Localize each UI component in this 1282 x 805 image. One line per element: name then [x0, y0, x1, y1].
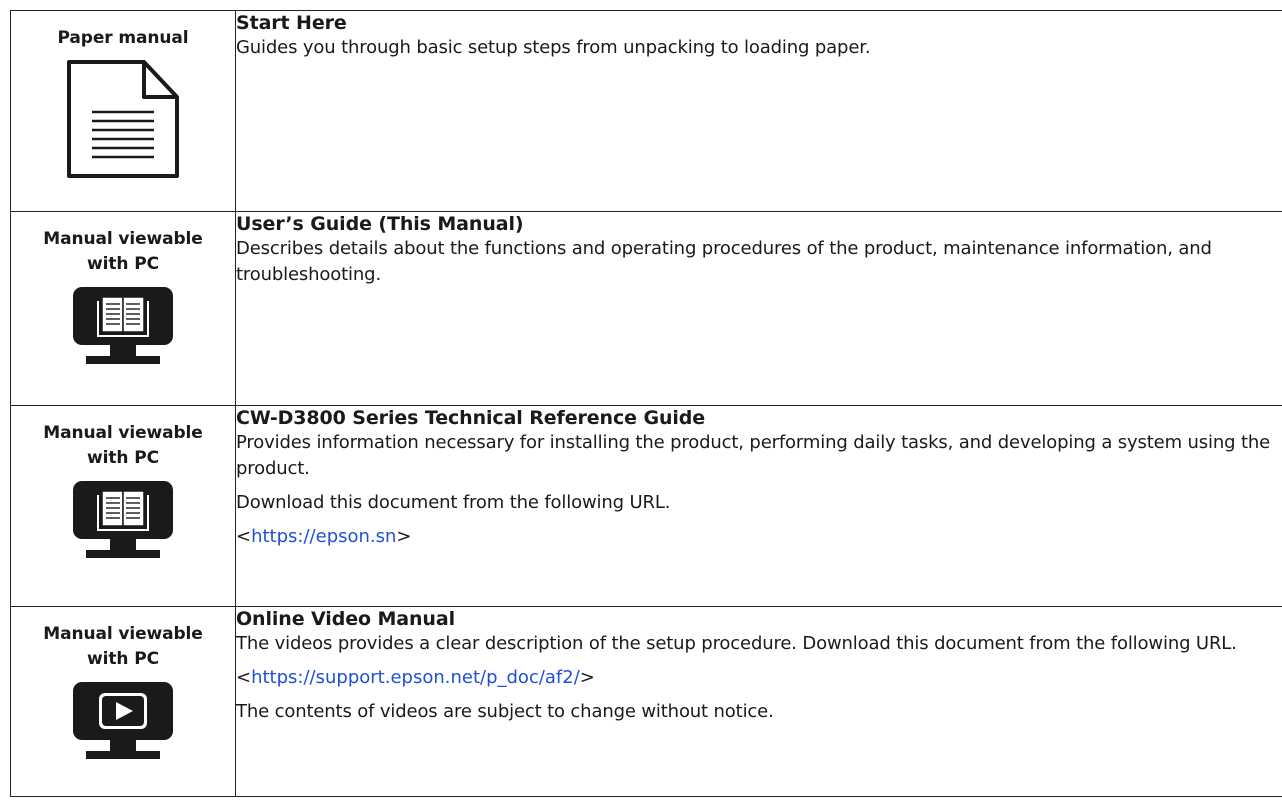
doc-description: Provides information necessary for insta…	[236, 432, 1271, 479]
monitor-book-icon	[73, 287, 173, 364]
media-cell: Manual viewable with PC	[10, 211, 236, 406]
media-cell: Paper manual	[10, 10, 236, 212]
doc-title: CW-D3800 Series Technical Reference Guid…	[236, 407, 706, 429]
doc-description: The videos provides a clear description …	[236, 633, 1237, 654]
doc-description: Guides you through basic setup steps fro…	[236, 37, 871, 58]
monitor-video-icon	[73, 682, 173, 759]
url-open-bracket: <	[236, 526, 252, 547]
media-label: Manual viewable with PC	[43, 423, 203, 468]
doc-title: Online Video Manual	[236, 608, 455, 630]
url-close-bracket: >	[579, 667, 595, 688]
doc-note: The contents of videos are subject to ch…	[236, 701, 774, 722]
table-row: Manual viewable with PC CW-D3800 Series …	[10, 405, 1282, 607]
table-row: Manual viewable with PC Online Video Man…	[10, 606, 1282, 797]
url-line: <https://epson.sn>	[236, 524, 1282, 550]
technical-reference-link[interactable]: https://epson.sn	[251, 526, 396, 547]
video-manual-link[interactable]: https://support.epson.net/p_doc/af2/	[251, 667, 580, 688]
media-label: Paper manual	[57, 28, 189, 48]
description-cell: Online Video Manual The videos provides …	[235, 606, 1282, 797]
description-cell: Start Here Guides you through basic setu…	[235, 10, 1282, 212]
url-line: <https://support.epson.net/p_doc/af2/>	[236, 665, 1282, 691]
doc-title: User’s Guide (This Manual)	[236, 213, 524, 235]
url-close-bracket: >	[396, 526, 412, 547]
monitor-book-icon	[73, 481, 173, 558]
media-label: Manual viewable with PC	[43, 229, 203, 274]
download-instruction: Download this document from the followin…	[236, 492, 671, 513]
url-open-bracket: <	[236, 667, 252, 688]
doc-title: Start Here	[236, 12, 347, 34]
media-label: Manual viewable with PC	[43, 624, 203, 669]
description-cell: User’s Guide (This Manual) Describes det…	[235, 211, 1282, 406]
manual-table: Paper manual Start Here Guides you throu…	[10, 10, 1282, 797]
media-cell: Manual viewable with PC	[10, 606, 236, 797]
description-cell: CW-D3800 Series Technical Reference Guid…	[235, 405, 1282, 607]
table-row: Paper manual Start Here Guides you throu…	[10, 10, 1282, 212]
media-cell: Manual viewable with PC	[10, 405, 236, 607]
manual-list-page: Paper manual Start Here Guides you throu…	[0, 0, 1282, 805]
paper-document-icon	[67, 60, 179, 178]
doc-description: Describes details about the functions an…	[236, 238, 1212, 285]
table-row: Manual viewable with PC User’s Guide (Th…	[10, 211, 1282, 406]
